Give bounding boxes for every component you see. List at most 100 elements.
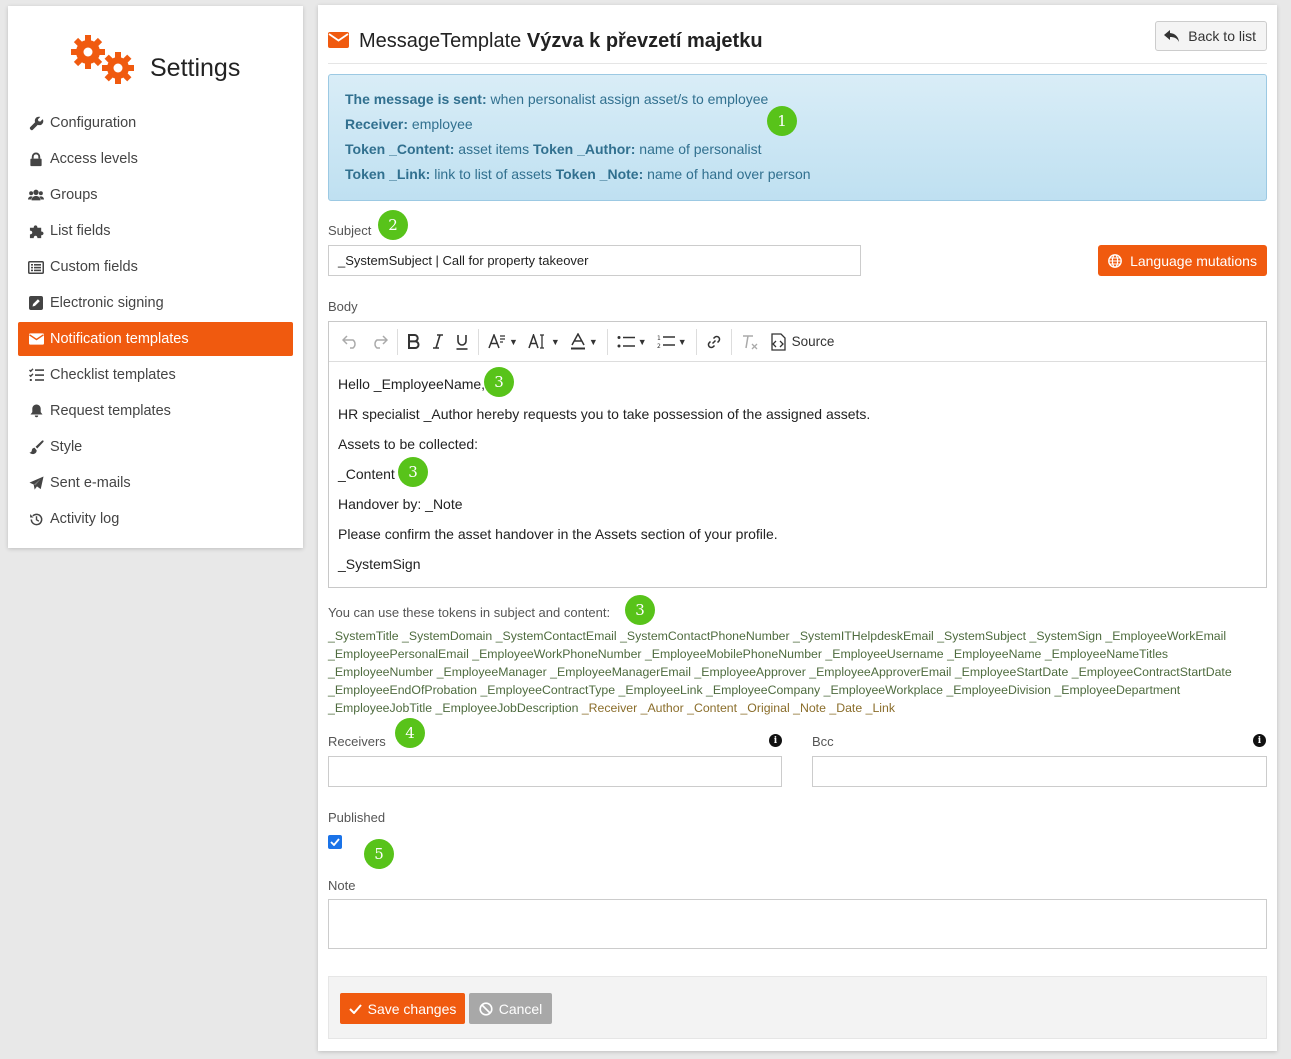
remove-format-icon bbox=[742, 334, 758, 349]
callout-badge-5: 5 bbox=[364, 839, 394, 869]
body-line: Handover by: _Note bbox=[338, 496, 463, 512]
undo-icon bbox=[342, 334, 356, 349]
token: _EmployeeManagerEmail bbox=[550, 665, 691, 679]
token: _Receiver bbox=[581, 701, 638, 715]
token: _EmployeeUsername bbox=[825, 647, 944, 661]
source-button[interactable]: Source bbox=[764, 328, 840, 356]
receivers-input[interactable] bbox=[328, 756, 782, 787]
sidebar-item-label: Electronic signing bbox=[50, 295, 164, 311]
subject-label: Subject bbox=[328, 223, 372, 238]
underline-button[interactable] bbox=[450, 328, 474, 356]
envelope-icon bbox=[328, 32, 349, 48]
token: _EmployeeDepartment bbox=[1054, 683, 1181, 697]
gears-icon bbox=[71, 35, 134, 84]
sidebar-item-label: Access levels bbox=[50, 151, 138, 167]
info-value: employee bbox=[408, 116, 473, 132]
bulleted-list-icon bbox=[617, 335, 635, 347]
checkmark-icon bbox=[330, 838, 340, 846]
token: _Author bbox=[640, 701, 684, 715]
body-editor: ▼ ▼ ▼ ▼ 1 2 ▼ Source Hello _EmployeeName, … bbox=[328, 321, 1267, 588]
info-line: Token _Content: asset items Token _Autho… bbox=[345, 141, 1250, 166]
token: _EmployeeMobilePhoneNumber bbox=[644, 647, 822, 661]
sidebar-item-label: Custom fields bbox=[50, 259, 138, 275]
globe-icon bbox=[1108, 253, 1122, 268]
numbered-list-dropdown[interactable]: 1 2 ▼ bbox=[652, 328, 692, 356]
font-size-icon bbox=[528, 334, 544, 349]
bcc-input[interactable] bbox=[812, 756, 1267, 787]
sidebar-item-notification-templates[interactable]: Notification templates bbox=[18, 322, 293, 356]
sidebar-item-label: Configuration bbox=[50, 115, 137, 131]
font-color-dropdown[interactable]: ▼ bbox=[565, 328, 603, 356]
token: _EmployeeApproverEmail bbox=[809, 665, 952, 679]
callout-badge-1: 1 bbox=[767, 106, 797, 136]
info-key: Token _Link: bbox=[345, 166, 431, 182]
info-key: Token _Note: bbox=[555, 166, 644, 182]
receivers-info-icon[interactable]: i bbox=[769, 734, 782, 747]
body-line: HR specialist _Author hereby requests yo… bbox=[338, 406, 871, 422]
save-changes-button[interactable]: Save changes bbox=[340, 993, 465, 1024]
sidebar-item-style[interactable]: Style bbox=[18, 430, 293, 464]
sidebar-item-list-fields[interactable]: List fields bbox=[18, 214, 293, 248]
editor-content[interactable]: Hello _EmployeeName, HR specialist _Auth… bbox=[329, 362, 1266, 588]
token: _EmployeeWorkplace bbox=[823, 683, 944, 697]
sidebar-item-configuration[interactable]: Configuration bbox=[18, 106, 293, 140]
callout-badge-4: 4 bbox=[395, 718, 425, 748]
sidebar-item-electronic-signing[interactable]: Electronic signing bbox=[18, 286, 293, 320]
underline-icon bbox=[456, 334, 468, 350]
receivers-label: Receivers bbox=[328, 734, 386, 749]
chevron-down-icon: ▼ bbox=[677, 336, 687, 347]
toolbar-separator bbox=[397, 328, 398, 355]
info-key: Receiver: bbox=[345, 116, 409, 132]
language-mutations-button[interactable]: Language mutations bbox=[1098, 245, 1267, 276]
link-button[interactable] bbox=[701, 328, 727, 356]
sidebar-item-label: Request templates bbox=[50, 403, 171, 419]
body-line: _Content bbox=[338, 466, 395, 482]
numbered-list-icon: 12 bbox=[657, 335, 675, 349]
sidebar-item-custom-fields[interactable]: Custom fields bbox=[18, 250, 293, 284]
toolbar-separator bbox=[478, 328, 479, 355]
redo-button[interactable] bbox=[365, 328, 393, 356]
bulleted-list-dropdown[interactable]: ▼ bbox=[612, 328, 652, 356]
subject-input[interactable]: _SystemSubject | Call for property takeo… bbox=[328, 245, 861, 276]
published-checkbox[interactable] bbox=[328, 835, 342, 849]
sidebar-item-label: Sent e-mails bbox=[50, 475, 131, 491]
token: _EmployeeApprover bbox=[694, 665, 806, 679]
toolbar-separator bbox=[730, 328, 732, 355]
font-size-dropdown[interactable]: ▼ bbox=[523, 328, 565, 356]
token: _EmployeeWorkEmail bbox=[1105, 629, 1227, 643]
tokens-label: You can use these tokens in subject and … bbox=[328, 605, 611, 620]
font-family-dropdown[interactable]: ▼ bbox=[483, 328, 523, 356]
sidebar-item-label: List fields bbox=[50, 223, 111, 239]
token: _EmployeeNumber bbox=[328, 665, 434, 679]
sidebar-item-access-levels[interactable]: Access levels bbox=[18, 142, 293, 176]
remove-format-button[interactable] bbox=[736, 328, 764, 356]
sidebar-item-label: Activity log bbox=[50, 511, 120, 527]
sidebar-item-activity-log[interactable]: Activity log bbox=[18, 502, 293, 536]
token: _EmployeeDivision bbox=[946, 683, 1052, 697]
undo-button[interactable] bbox=[337, 328, 365, 356]
bold-button[interactable] bbox=[402, 328, 426, 356]
sidebar-item-request-templates[interactable]: Request templates bbox=[18, 394, 293, 428]
brush-icon bbox=[28, 439, 44, 455]
token: _EmployeeLink bbox=[618, 683, 703, 697]
bcc-label: Bcc bbox=[812, 734, 834, 749]
back-to-list-button[interactable]: Back to list bbox=[1155, 21, 1267, 51]
sidebar-item-checklist-templates[interactable]: Checklist templates bbox=[18, 358, 293, 392]
bcc-info-icon[interactable]: i bbox=[1253, 734, 1266, 747]
token: _SystemSign bbox=[1029, 629, 1102, 643]
note-textarea[interactable] bbox=[328, 899, 1267, 949]
font-family-icon bbox=[488, 334, 505, 349]
checklist-icon bbox=[28, 367, 44, 383]
link-icon bbox=[707, 335, 720, 348]
italic-button[interactable] bbox=[426, 328, 450, 356]
lock-icon bbox=[28, 151, 44, 167]
cancel-button[interactable]: Cancel bbox=[469, 993, 552, 1024]
history-icon bbox=[28, 511, 44, 527]
list-icon bbox=[28, 259, 44, 275]
editor-toolbar: ▼ ▼ ▼ ▼ 1 2 ▼ Source bbox=[329, 322, 1266, 362]
sidebar-item-sent-emails[interactable]: Sent e-mails bbox=[18, 466, 293, 500]
puzzle-icon bbox=[28, 223, 44, 239]
chevron-down-icon: ▼ bbox=[509, 336, 518, 347]
sidebar-item-groups[interactable]: Groups bbox=[18, 178, 293, 212]
svg-text:2: 2 bbox=[657, 343, 661, 349]
